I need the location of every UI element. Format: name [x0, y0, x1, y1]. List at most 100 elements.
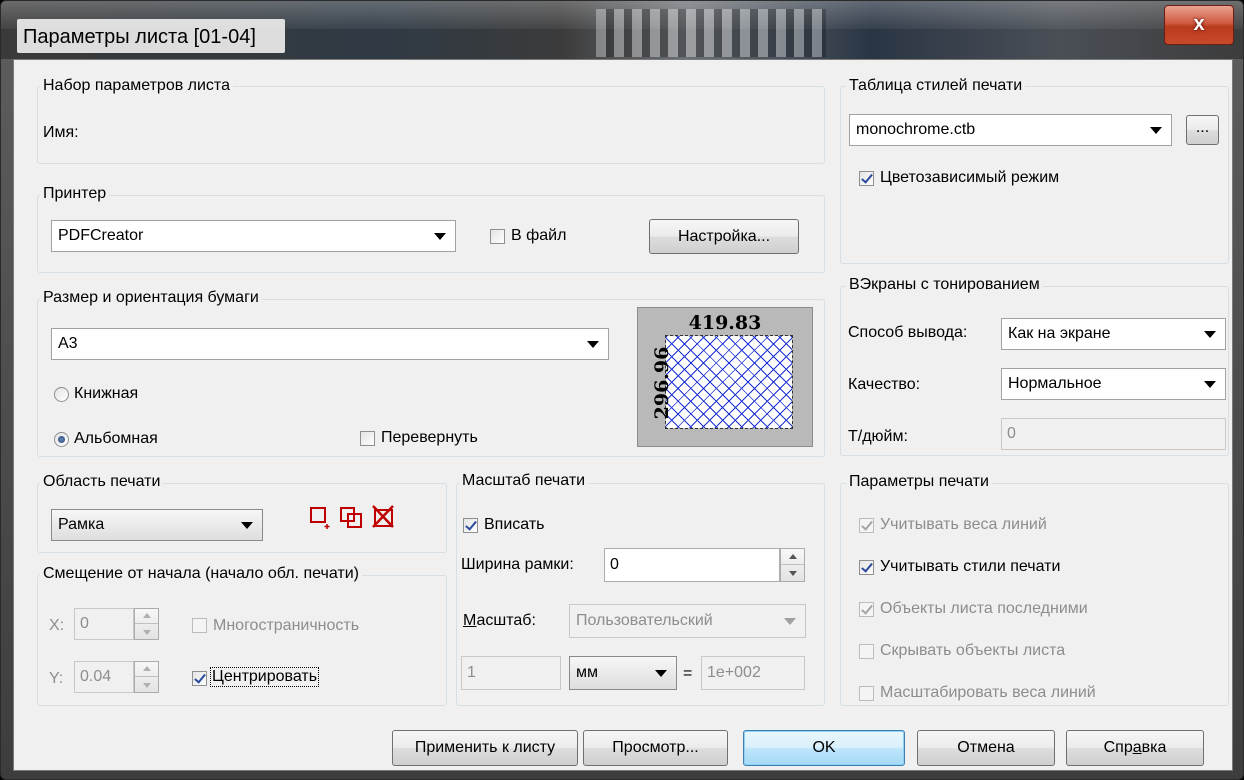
hide-paperspace-objects-checkbox[interactable] [859, 644, 874, 659]
page-setup-group [37, 86, 825, 164]
preview-button[interactable]: Просмотр... [583, 730, 728, 766]
window-select-icon[interactable] [310, 506, 332, 530]
chevron-down-icon [587, 341, 599, 348]
center-label[interactable]: Центрировать [209, 667, 320, 687]
scale-label-accelerator: М [463, 612, 477, 629]
apply-to-layout-button[interactable]: Применить к листу [392, 730, 578, 766]
portrait-label[interactable]: Книжная [74, 385, 138, 403]
window-delete-icon[interactable] [371, 504, 397, 530]
offset-y-label: Y: [49, 670, 64, 687]
ok-button[interactable]: OK [743, 730, 905, 766]
hide-paperspace-objects-label: Скрывать объекты листа [880, 642, 1066, 659]
frame-width-input[interactable]: 0 [604, 548, 780, 582]
close-button[interactable]: x [1164, 5, 1234, 45]
help-button-text-end: вка [1141, 739, 1167, 756]
center-checkbox[interactable] [192, 671, 207, 686]
dialog-client-area: Набор параметров листа Имя: Принтер PDFC… [13, 59, 1233, 771]
plot-lineweights-label: Учитывать веса линий [880, 516, 1047, 533]
paper-size-select[interactable]: A3 [51, 328, 609, 360]
unit-select[interactable]: мм [569, 656, 677, 690]
plot-units-input[interactable]: 1 [461, 656, 561, 690]
frame-width-label: Ширина рамки: [461, 556, 574, 573]
multipage-label: Многостраничность [213, 617, 360, 634]
offset-x-input[interactable]: 0 [74, 608, 134, 640]
printer-select[interactable]: PDFCreator [51, 220, 456, 252]
plot-styles-label[interactable]: Учитывать стили печати [880, 558, 1060, 576]
help-button-text-start: Спр [1103, 739, 1133, 756]
spin-up-icon[interactable] [781, 549, 804, 565]
frame-width-value: 0 [610, 556, 619, 573]
plot-style-select[interactable]: monochrome.ctb [849, 114, 1172, 146]
flip-checkbox[interactable] [360, 431, 375, 446]
plot-style-browse-button[interactable]: ... [1186, 115, 1219, 145]
help-button[interactable]: Справка [1066, 730, 1204, 766]
spin-up-icon[interactable] [135, 609, 158, 624]
frame-width-spinner[interactable] [780, 548, 805, 582]
paperspace-last-checkbox[interactable] [859, 602, 874, 617]
plot-area-select[interactable]: Рамка [51, 509, 263, 541]
chevron-down-icon [1150, 127, 1162, 134]
window-copy-icon[interactable] [340, 506, 364, 530]
offset-x-label: X: [49, 617, 65, 634]
offset-x-spinner[interactable] [134, 608, 159, 640]
unit-value: мм [576, 664, 598, 681]
fit-to-paper-checkbox[interactable] [463, 518, 478, 533]
offset-y-value: 0.04 [80, 668, 112, 685]
offset-y-input[interactable]: 0.04 [74, 661, 134, 693]
equals-sign: = [683, 665, 693, 682]
chevron-down-icon [1204, 381, 1216, 388]
paper-preview-width: 419.83 [688, 312, 762, 334]
scale-select[interactable]: Пользовательский [569, 604, 806, 638]
spin-up-icon[interactable] [135, 662, 158, 677]
cancel-button[interactable]: Отмена [917, 730, 1055, 766]
window-title: Параметры листа [01-04] [23, 26, 256, 48]
chevron-down-icon [241, 522, 253, 529]
shade-output-label: Способ вывода: [848, 324, 968, 341]
dpi-label: Т/дюйм: [848, 428, 908, 445]
multipage-checkbox[interactable] [192, 618, 207, 633]
color-dependent-checkbox[interactable] [859, 171, 874, 186]
plot-lineweights-checkbox[interactable] [859, 518, 874, 533]
help-button-accelerator: а [1132, 739, 1142, 756]
fit-to-paper-label[interactable]: Вписать [484, 516, 544, 534]
scale-label-rest: асштаб: [476, 612, 536, 629]
quality-select[interactable]: Нормальное [1001, 368, 1226, 400]
page-setup-name-label: Имя: [43, 124, 79, 141]
drawing-units-value: 1e+002 [707, 664, 761, 681]
printer-setup-button[interactable]: Настройка... [649, 219, 799, 254]
paper-size-group-label: Размер и ориентация бумаги [40, 289, 262, 307]
paper-preview-hatch [665, 335, 793, 429]
shade-output-select[interactable]: Как на экране [1001, 318, 1226, 350]
quality-value: Нормальное [1008, 375, 1102, 392]
landscape-radio[interactable] [54, 432, 69, 447]
paper-preview: 419.83 296.96 [637, 307, 813, 447]
plot-options-group-label: Параметры печати [846, 473, 992, 491]
offset-y-spinner[interactable] [134, 661, 159, 693]
printer-group-label: Принтер [40, 185, 110, 203]
chevron-down-icon [1204, 331, 1216, 338]
plot-style-value: monochrome.ctb [856, 121, 976, 138]
flip-label[interactable]: Перевернуть [381, 429, 478, 447]
plot-style-table-group-label: Таблица стилей печати [846, 77, 1026, 95]
scale-label: Масштаб: [463, 612, 536, 630]
scale-lineweights-checkbox[interactable] [859, 686, 874, 701]
paperspace-last-label: Объекты листа последними [880, 600, 1088, 617]
scale-value: Пользовательский [576, 612, 713, 629]
spin-down-icon[interactable] [135, 677, 158, 692]
dpi-value: 0 [1007, 425, 1016, 442]
plot-area-value: Рамка [58, 516, 105, 533]
color-dependent-label[interactable]: Цветозависимый режим [880, 169, 1059, 187]
paper-size-value: A3 [58, 335, 78, 352]
plot-styles-checkbox[interactable] [859, 560, 874, 575]
drawing-units-input[interactable]: 1e+002 [701, 656, 805, 690]
plot-units-value: 1 [467, 664, 476, 681]
shade-output-value: Как на экране [1008, 325, 1111, 342]
spin-down-icon[interactable] [781, 565, 804, 581]
to-file-label[interactable]: В файл [511, 227, 566, 245]
close-icon: x [1193, 13, 1205, 35]
spin-down-icon[interactable] [135, 624, 158, 639]
to-file-checkbox[interactable] [490, 229, 505, 244]
landscape-label[interactable]: Альбомная [74, 430, 158, 448]
dpi-input[interactable]: 0 [1001, 418, 1226, 450]
portrait-radio[interactable] [54, 387, 69, 402]
